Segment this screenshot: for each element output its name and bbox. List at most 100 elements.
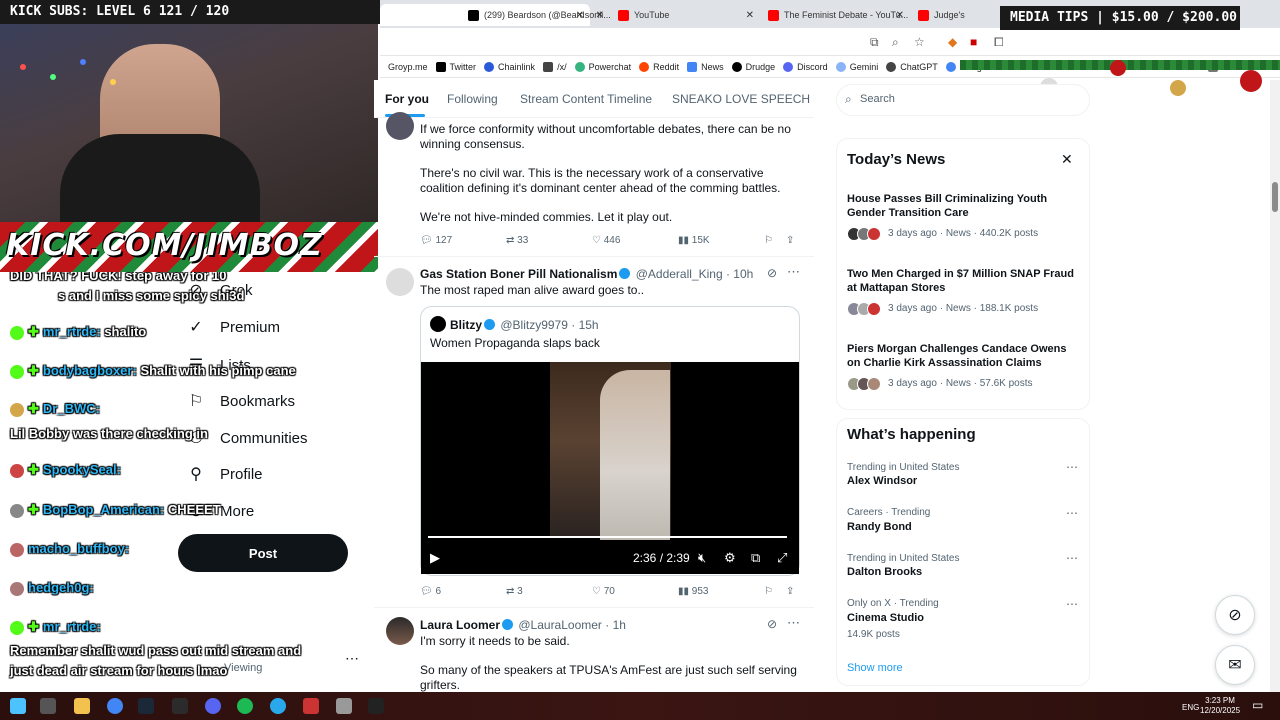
repost-button[interactable]: ⇄ 3 bbox=[506, 586, 523, 597]
discord-icon[interactable] bbox=[205, 698, 221, 714]
views-button[interactable]: ▮▮ 953 bbox=[678, 586, 708, 597]
like-count: 70 bbox=[603, 586, 615, 597]
like-button[interactable]: ♡ 446 bbox=[592, 235, 620, 246]
install-icon[interactable]: ⧉ bbox=[870, 35, 879, 50]
app-icon[interactable] bbox=[303, 698, 319, 714]
news-headline[interactable]: Two Men Charged in $7 Million SNAP Fraud… bbox=[847, 267, 1077, 295]
scrollbar[interactable] bbox=[1270, 80, 1280, 692]
author-name[interactable]: Laura Loomer bbox=[420, 618, 500, 632]
app-icon[interactable] bbox=[336, 698, 352, 714]
account-more-icon[interactable]: ⋯ bbox=[345, 650, 359, 667]
author-handle[interactable]: @LauraLoomer bbox=[518, 618, 602, 632]
post-time[interactable]: · 10h bbox=[726, 267, 753, 281]
bookmark-discord[interactable]: Discord bbox=[783, 61, 828, 72]
play-icon[interactable]: ▶ bbox=[430, 550, 440, 566]
steam-icon[interactable] bbox=[138, 698, 154, 714]
share-icon[interactable]: ⇪ bbox=[786, 586, 794, 597]
grok-icon[interactable]: ⊘ bbox=[767, 266, 777, 280]
spotify-icon[interactable] bbox=[237, 698, 253, 714]
nav-bookmarks[interactable]: ⚐ Bookmarks bbox=[186, 391, 295, 411]
bookmark-news[interactable]: News bbox=[687, 61, 724, 72]
close-tab-icon[interactable]: ✕ bbox=[746, 10, 754, 21]
bookmark-twitter[interactable]: Twitter bbox=[435, 61, 477, 72]
star-icon[interactable]: ☆ bbox=[914, 35, 925, 49]
views-button[interactable]: ▮▮ 15K bbox=[678, 235, 710, 246]
close-tab-icon[interactable]: ✕ bbox=[596, 10, 604, 21]
scrollbar-thumb[interactable] bbox=[1272, 182, 1278, 212]
repost-button[interactable]: ⇄ 33 bbox=[506, 235, 528, 246]
tab-beardson[interactable]: (299) Beardson (@Beardsonli... ✕ bbox=[460, 4, 610, 26]
trend-more-icon[interactable]: ⋯ bbox=[1066, 551, 1078, 565]
tab-feminist-debate[interactable]: The Feminist Debate - YouTu... ✕ bbox=[760, 4, 910, 26]
video-progress-bar[interactable] bbox=[428, 536, 787, 538]
tab-for-you[interactable]: For you bbox=[385, 92, 429, 106]
bookmark-chatgpt[interactable]: ChatGPT bbox=[886, 61, 938, 72]
pip-icon[interactable]: ⧉ bbox=[751, 550, 760, 566]
bookmark-groyp[interactable]: Groyp.me bbox=[388, 62, 428, 72]
show-more-link[interactable]: Show more bbox=[847, 662, 903, 674]
trend-name[interactable]: Dalton Brooks bbox=[847, 566, 922, 578]
bookmark-label: Twitter bbox=[449, 61, 477, 72]
post-more-icon[interactable]: ⋯ bbox=[787, 615, 800, 631]
reply-button[interactable]: 💬︎ 6 bbox=[420, 586, 441, 597]
bookmark-powerchat[interactable]: Powerchat bbox=[574, 61, 631, 72]
post-button[interactable]: Post bbox=[178, 534, 348, 572]
nav-profile[interactable]: ⚲ Profile bbox=[186, 464, 262, 484]
settings-icon[interactable]: ⚙ bbox=[724, 550, 736, 566]
telegram-icon[interactable] bbox=[270, 698, 286, 714]
trend-name[interactable]: Randy Bond bbox=[847, 521, 912, 533]
bookmark-drudge[interactable]: Drudge bbox=[731, 61, 775, 72]
close-tab-icon[interactable]: ✕ bbox=[896, 10, 904, 21]
post-time[interactable]: · 1h bbox=[605, 618, 626, 632]
avatar[interactable] bbox=[386, 268, 414, 296]
metamask-icon[interactable]: ◆ bbox=[948, 35, 957, 49]
bookmark-reddit[interactable]: Reddit bbox=[639, 61, 679, 72]
tab-stream-content-timeline[interactable]: Stream Content Timeline bbox=[520, 92, 652, 106]
news-headline[interactable]: House Passes Bill Criminalizing Youth Ge… bbox=[847, 192, 1077, 220]
bookmark-icon[interactable]: ⚐ bbox=[764, 235, 773, 246]
file-explorer-icon[interactable] bbox=[74, 698, 90, 714]
extensions-icon[interactable]: ⧠ bbox=[994, 35, 1004, 50]
mute-icon[interactable]: 🔇︎ bbox=[698, 550, 706, 566]
messages-fab-button[interactable]: ✉ bbox=[1215, 645, 1255, 685]
tab-sneako-love-speech[interactable]: SNEAKO LOVE SPEECH bbox=[672, 92, 810, 106]
task-view-icon[interactable] bbox=[40, 698, 56, 714]
notifications-icon[interactable]: ▭ bbox=[1252, 698, 1263, 712]
bookmark-icon[interactable]: ⚐ bbox=[764, 586, 773, 597]
close-icon[interactable]: ✕ bbox=[1061, 151, 1073, 168]
bookmark-x-board[interactable]: /x/ bbox=[543, 61, 567, 72]
post-more-icon[interactable]: ⋯ bbox=[787, 264, 800, 280]
trend-name[interactable]: Alex Windsor bbox=[847, 475, 917, 487]
nav-premium[interactable]: ✓ Premium bbox=[186, 317, 280, 337]
trend-more-icon[interactable]: ⋯ bbox=[1066, 506, 1078, 520]
tab-youtube[interactable]: YouTube ✕ bbox=[610, 4, 760, 26]
tab-judges[interactable]: Judge's bbox=[910, 4, 1000, 26]
trend-more-icon[interactable]: ⋯ bbox=[1066, 597, 1078, 611]
avatar[interactable] bbox=[386, 617, 414, 645]
grok-icon[interactable]: ⊘ bbox=[767, 617, 777, 631]
language-indicator[interactable]: ENG bbox=[1182, 703, 1199, 712]
bookmark-gemini[interactable]: Gemini bbox=[835, 61, 878, 72]
share-icon[interactable]: ⇪ bbox=[786, 235, 794, 246]
fullscreen-icon[interactable]: ⤢ bbox=[777, 550, 787, 566]
reply-button[interactable]: 💬︎ 127 bbox=[420, 235, 452, 246]
news-headline[interactable]: Piers Morgan Challenges Candace Owens on… bbox=[847, 342, 1077, 370]
system-clock[interactable]: 3:23 PM 12/20/2025 bbox=[1200, 696, 1240, 716]
like-button[interactable]: ♡ 70 bbox=[592, 586, 615, 597]
terminal-icon[interactable] bbox=[172, 698, 188, 714]
epic-games-icon[interactable] bbox=[368, 698, 384, 714]
author-handle[interactable]: @Adderall_King bbox=[636, 267, 723, 281]
bookmark-chainlink[interactable]: Chainlink bbox=[484, 61, 535, 72]
address-bar[interactable]: ⧉ ⌕ ☆ ◆ ■ ⧠ bbox=[380, 28, 1280, 56]
extension-icon[interactable]: ■ bbox=[970, 35, 977, 49]
tab-following[interactable]: Following bbox=[447, 92, 498, 106]
author-name[interactable]: Gas Station Boner Pill Nationalism bbox=[420, 267, 617, 281]
avatar bbox=[430, 316, 446, 332]
zoom-icon[interactable]: ⌕ bbox=[892, 35, 899, 50]
avatar[interactable] bbox=[386, 112, 414, 140]
trend-name[interactable]: Cinema Studio bbox=[847, 612, 924, 624]
trend-more-icon[interactable]: ⋯ bbox=[1066, 460, 1078, 474]
windows-start-icon[interactable] bbox=[10, 698, 26, 714]
grok-fab-button[interactable]: ⊘ bbox=[1215, 595, 1255, 635]
chrome-icon[interactable] bbox=[107, 698, 123, 714]
